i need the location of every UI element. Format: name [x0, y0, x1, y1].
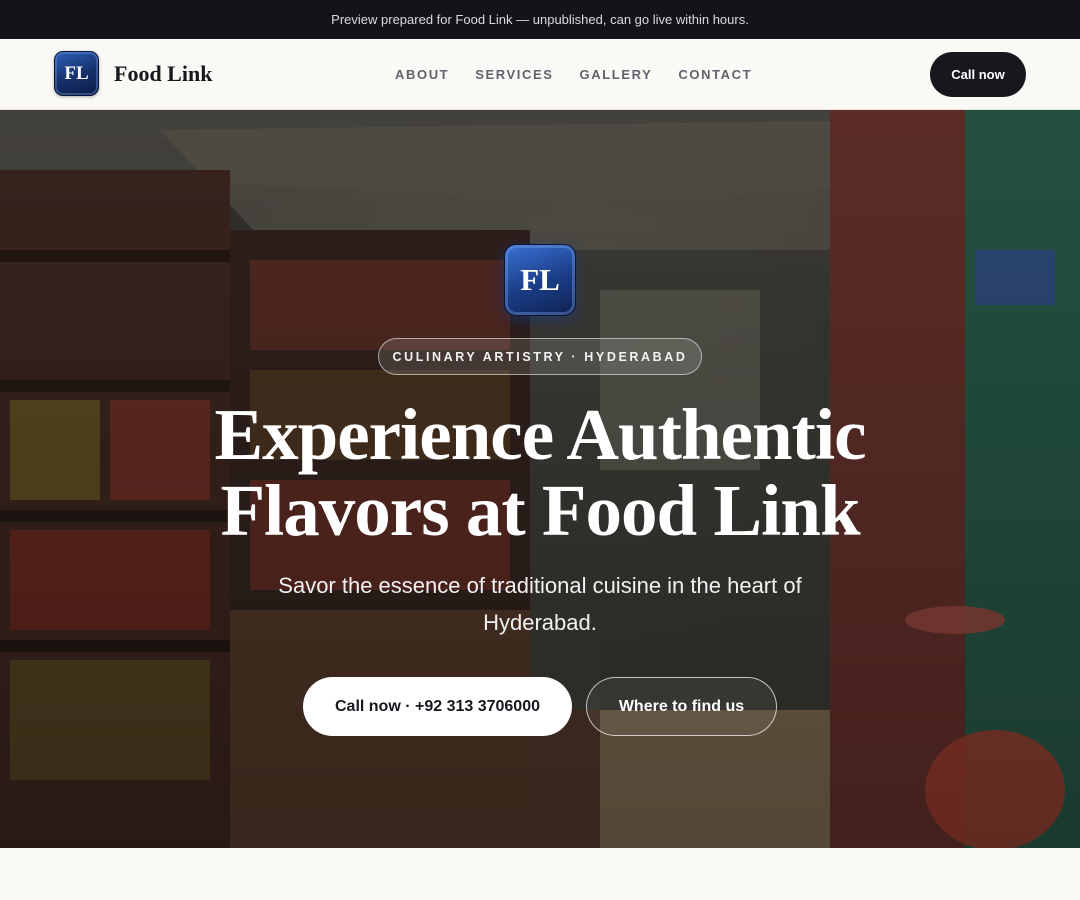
nav-services[interactable]: SERVICES	[475, 67, 553, 82]
hero-tagline-badge: CULINARY ARTISTRY · HYDERABAD	[378, 338, 702, 375]
hero-section: FL CULINARY ARTISTRY · HYDERABAD Experie…	[0, 110, 1080, 848]
main-nav: ABOUT SERVICES GALLERY CONTACT	[395, 39, 752, 109]
brand-name[interactable]: Food Link	[114, 61, 212, 87]
hero-call-button[interactable]: Call now · +92 313 3706000	[303, 677, 572, 736]
hero-tagline-text: CULINARY ARTISTRY · HYDERABAD	[392, 349, 688, 364]
hero-subtitle: Savor the essence of traditional cuisine…	[278, 573, 802, 635]
hero-logo-initials: FL	[520, 262, 560, 297]
preview-banner-text: Preview prepared for Food Link — unpubli…	[331, 12, 749, 27]
nav-contact[interactable]: CONTACT	[678, 67, 752, 82]
where-to-find-us-button[interactable]: Where to find us	[586, 677, 777, 736]
logo-initials: FL	[64, 62, 89, 84]
logo-badge[interactable]: FL	[54, 51, 99, 96]
hero-title-line-1: Experience Authentic	[214, 394, 866, 475]
nav-about[interactable]: ABOUT	[395, 67, 449, 82]
nav-gallery[interactable]: GALLERY	[580, 67, 653, 82]
preview-banner: Preview prepared for Food Link — unpubli…	[0, 0, 1080, 39]
hero-title: Experience Authentic Flavors at Food Lin…	[140, 397, 940, 549]
header-call-button[interactable]: Call now	[930, 52, 1026, 97]
hero-title-line-2: Flavors at Food Link	[220, 470, 860, 551]
hero-logo-badge: FL	[504, 244, 576, 316]
brand[interactable]: FL Food Link	[54, 51, 212, 96]
site-header: FL Food Link ABOUT SERVICES GALLERY CONT…	[0, 39, 1080, 110]
